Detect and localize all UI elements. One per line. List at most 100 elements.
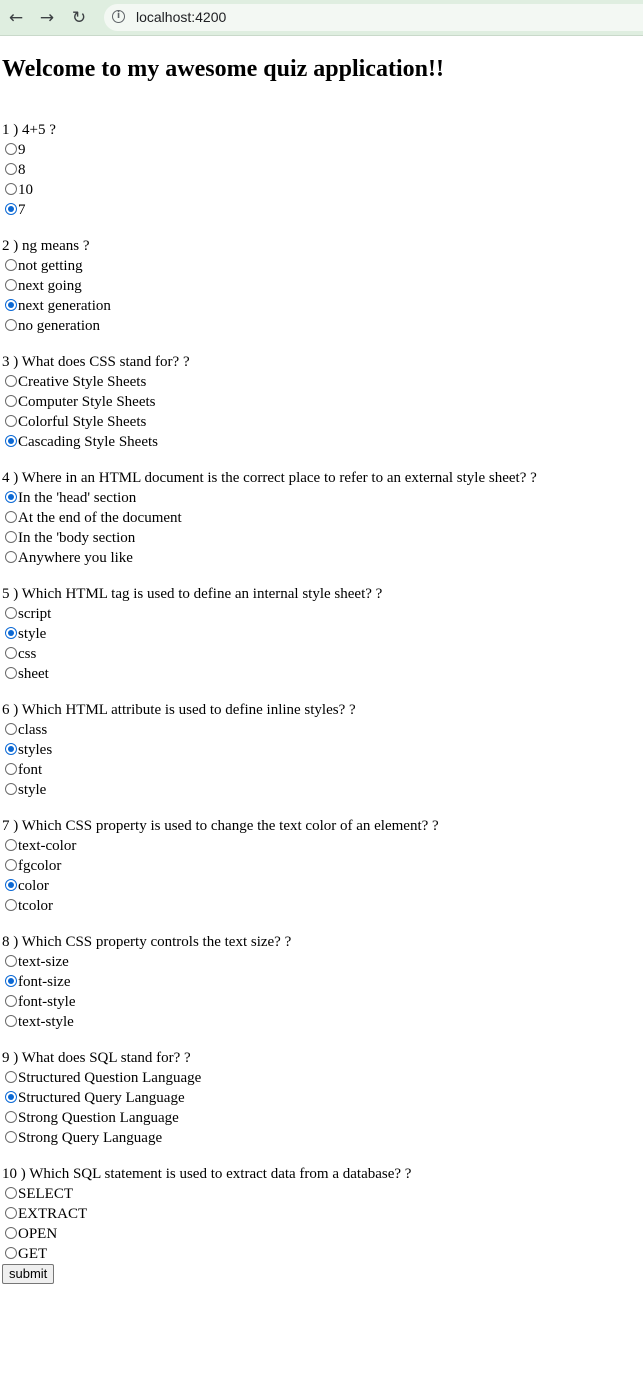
answer-option[interactable]: Colorful Style Sheets <box>2 412 642 432</box>
answer-option-label: Structured Query Language <box>18 1090 185 1106</box>
radio-unchecked[interactable] <box>5 1131 17 1143</box>
answer-option[interactable]: style <box>2 624 642 644</box>
answer-option[interactable]: css <box>2 644 642 664</box>
url-text: localhost:4200 <box>136 9 227 25</box>
answer-option[interactable]: color <box>2 876 642 896</box>
radio-unchecked[interactable] <box>5 319 17 331</box>
radio-unchecked[interactable] <box>5 1015 17 1027</box>
answer-option[interactable]: In the 'body section <box>2 528 642 548</box>
answer-option[interactable]: Strong Question Language <box>2 1108 642 1128</box>
back-button[interactable]: ← <box>4 6 28 30</box>
radio-unchecked[interactable] <box>5 723 17 735</box>
answer-option[interactable]: 9 <box>2 140 642 160</box>
answer-option[interactable]: font <box>2 760 642 780</box>
answer-option[interactable]: Cascading Style Sheets <box>2 432 642 452</box>
answer-option[interactable]: styles <box>2 740 642 760</box>
radio-unchecked[interactable] <box>5 1227 17 1239</box>
radio-unchecked[interactable] <box>5 143 17 155</box>
answer-option[interactable]: 8 <box>2 160 642 180</box>
radio-unchecked[interactable] <box>5 551 17 563</box>
radio-checked[interactable] <box>5 203 17 215</box>
radio-unchecked[interactable] <box>5 763 17 775</box>
site-info-icon[interactable]: i <box>112 10 125 23</box>
answer-option[interactable]: Computer Style Sheets <box>2 392 642 412</box>
radio-checked[interactable] <box>5 1091 17 1103</box>
radio-unchecked[interactable] <box>5 859 17 871</box>
radio-unchecked[interactable] <box>5 375 17 387</box>
answer-option-label: fgcolor <box>18 858 62 874</box>
answer-option[interactable]: GET <box>2 1244 642 1264</box>
radio-checked[interactable] <box>5 879 17 891</box>
answer-option-label: EXTRACT <box>18 1206 88 1222</box>
radio-unchecked[interactable] <box>5 955 17 967</box>
answer-option[interactable]: Structured Query Language <box>2 1088 642 1108</box>
answer-option[interactable]: sheet <box>2 664 642 684</box>
answer-option[interactable]: In the 'head' section <box>2 488 642 508</box>
answer-option[interactable]: 10 <box>2 180 642 200</box>
answer-option-label: In the 'head' section <box>18 490 137 506</box>
question-block: 5 ) Which HTML tag is used to define an … <box>2 584 642 684</box>
radio-unchecked[interactable] <box>5 1111 17 1123</box>
answer-option-label: class <box>18 722 48 738</box>
radio-unchecked[interactable] <box>5 667 17 679</box>
radio-unchecked[interactable] <box>5 279 17 291</box>
radio-unchecked[interactable] <box>5 511 17 523</box>
answer-option-label: no generation <box>18 318 101 334</box>
radio-checked[interactable] <box>5 491 17 503</box>
answer-option[interactable]: next going <box>2 276 642 296</box>
radio-unchecked[interactable] <box>5 995 17 1007</box>
question-block: 10 ) Which SQL statement is used to extr… <box>2 1164 642 1264</box>
forward-button[interactable]: → <box>35 6 59 30</box>
radio-unchecked[interactable] <box>5 415 17 427</box>
radio-unchecked[interactable] <box>5 183 17 195</box>
radio-unchecked[interactable] <box>5 1207 17 1219</box>
radio-unchecked[interactable] <box>5 607 17 619</box>
radio-unchecked[interactable] <box>5 839 17 851</box>
browser-toolbar: ← → ↻ i localhost:4200 <box>0 0 643 36</box>
radio-unchecked[interactable] <box>5 783 17 795</box>
radio-unchecked[interactable] <box>5 395 17 407</box>
answer-option[interactable]: next generation <box>2 296 642 316</box>
answer-option[interactable]: script <box>2 604 642 624</box>
answer-option-label: style <box>18 782 47 798</box>
address-bar[interactable]: i localhost:4200 <box>104 4 643 31</box>
answer-option[interactable]: Strong Query Language <box>2 1128 642 1148</box>
radio-unchecked[interactable] <box>5 1187 17 1199</box>
answer-option-label: font <box>18 762 43 778</box>
answer-option[interactable]: font-size <box>2 972 642 992</box>
radio-checked[interactable] <box>5 299 17 311</box>
submit-button[interactable]: submit <box>2 1264 55 1284</box>
answer-option[interactable]: fgcolor <box>2 856 642 876</box>
answer-option-label: OPEN <box>18 1226 58 1242</box>
answer-option[interactable]: not getting <box>2 256 642 276</box>
reload-button[interactable]: ↻ <box>67 6 91 30</box>
radio-checked[interactable] <box>5 743 17 755</box>
answer-option[interactable]: text-color <box>2 836 642 856</box>
radio-unchecked[interactable] <box>5 1247 17 1259</box>
answer-option[interactable]: EXTRACT <box>2 1204 642 1224</box>
answer-option[interactable]: style <box>2 780 642 800</box>
radio-unchecked[interactable] <box>5 531 17 543</box>
answer-option[interactable]: no generation <box>2 316 642 336</box>
answer-option[interactable]: tcolor <box>2 896 642 916</box>
radio-unchecked[interactable] <box>5 647 17 659</box>
answer-option[interactable]: font-style <box>2 992 642 1012</box>
answer-option[interactable]: class <box>2 720 642 740</box>
answer-option[interactable]: OPEN <box>2 1224 642 1244</box>
answer-option[interactable]: text-size <box>2 952 642 972</box>
answer-option[interactable]: At the end of the document <box>2 508 642 528</box>
radio-unchecked[interactable] <box>5 1071 17 1083</box>
radio-unchecked[interactable] <box>5 259 17 271</box>
answer-option[interactable]: 7 <box>2 200 642 220</box>
answer-option[interactable]: Structured Question Language <box>2 1068 642 1088</box>
radio-unchecked[interactable] <box>5 899 17 911</box>
radio-checked[interactable] <box>5 627 17 639</box>
question-text: 2 ) ng means ? <box>2 238 90 254</box>
answer-option[interactable]: Anywhere you like <box>2 548 642 568</box>
radio-unchecked[interactable] <box>5 163 17 175</box>
answer-option[interactable]: text-style <box>2 1012 642 1032</box>
radio-checked[interactable] <box>5 975 17 987</box>
answer-option[interactable]: SELECT <box>2 1184 642 1204</box>
answer-option[interactable]: Creative Style Sheets <box>2 372 642 392</box>
radio-checked[interactable] <box>5 435 17 447</box>
